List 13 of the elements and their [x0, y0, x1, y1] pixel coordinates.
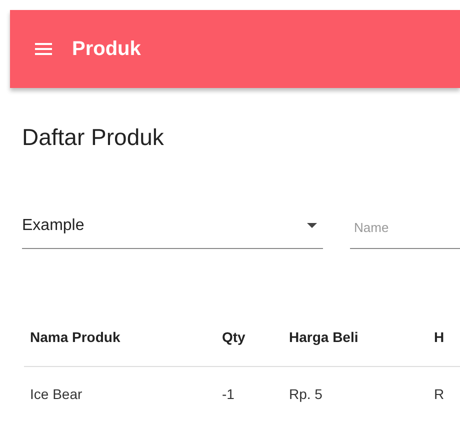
column-header: Qty	[222, 328, 246, 345]
table-cell: Ice Bear	[30, 386, 82, 402]
page-title: Daftar Produk	[22, 124, 165, 152]
select-field[interactable]: Example	[22, 214, 323, 249]
column-header: Nama Produk	[30, 328, 120, 345]
table-cell: Rp. 5	[289, 386, 322, 402]
table-cell: -1	[222, 386, 234, 402]
table-cell: R	[434, 386, 444, 402]
menu-icon[interactable]	[35, 43, 52, 55]
caret-icon	[307, 223, 317, 228]
column-header: Harga Beli	[289, 328, 358, 345]
column-header: H	[434, 328, 444, 345]
app-title: Produk	[72, 37, 141, 62]
